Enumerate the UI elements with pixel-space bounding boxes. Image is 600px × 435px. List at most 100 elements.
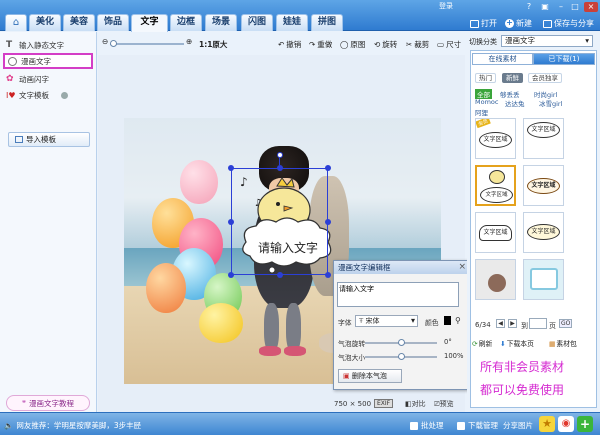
crop-button[interactable]: ✂ 裁剪	[406, 39, 429, 50]
maximize-button[interactable]: □	[569, 2, 581, 12]
page-input[interactable]	[529, 318, 547, 329]
bubble-size-slider[interactable]	[365, 353, 437, 360]
tab-collage[interactable]: 拼图	[311, 14, 343, 31]
template-icon: I♥	[6, 91, 16, 100]
preview-button[interactable]: ⎚预览	[434, 399, 454, 409]
original-button[interactable]: ◯ 原图	[340, 39, 365, 50]
new-button[interactable]: + 新建	[505, 18, 532, 29]
help-button[interactable]: ?	[523, 2, 535, 12]
compare-button[interactable]: ◧对比	[405, 399, 426, 409]
speaker-icon: 🔈	[4, 421, 14, 430]
add-icon[interactable]: +	[577, 416, 593, 432]
close-button[interactable]: ×	[584, 2, 598, 12]
resize-handle[interactable]	[277, 165, 283, 171]
download-page-button[interactable]: ⬇ 下载本页	[500, 338, 534, 349]
material-panel: 切换分类 漫画文字 在线素材 已下载(1) 热门 新鲜 会员独享 全部 够丢丢 …	[467, 32, 600, 412]
tab-beauty[interactable]: 美容	[63, 14, 95, 31]
comic-text-tutorial-button[interactable]: ❞ 漫画文字教程	[6, 395, 90, 411]
slider-knob[interactable]	[398, 339, 405, 346]
filter-vip[interactable]: 会员独享	[528, 73, 562, 83]
resize-handle[interactable]	[228, 272, 234, 278]
zoom-slider[interactable]	[110, 40, 184, 47]
zoom-in-icon[interactable]: ⊕	[186, 37, 192, 46]
next-page-button[interactable]: ▶	[508, 319, 517, 328]
minimize-button[interactable]: –	[555, 2, 567, 12]
tab-accessory[interactable]: 饰品	[97, 14, 129, 31]
rotate-handle[interactable]	[277, 152, 283, 158]
go-button[interactable]: GO	[559, 319, 573, 328]
material-thumb[interactable]: 文字区域	[523, 118, 564, 159]
actual-size-button[interactable]: 1:1原大	[199, 39, 227, 50]
filter-new[interactable]: 新鲜	[502, 73, 523, 83]
tab-online-materials[interactable]: 在线素材	[472, 53, 533, 65]
menu-comic-text[interactable]: 漫画文字	[3, 53, 93, 69]
bubble-rotate-slider[interactable]	[365, 339, 437, 346]
material-thumb[interactable]: 文字区域	[475, 212, 516, 253]
compare-icon: ◧	[405, 400, 412, 408]
share-image-button[interactable]: 分享图片	[503, 420, 533, 431]
batch-button[interactable]: 批处理	[410, 420, 444, 431]
dialog-title-bar[interactable]: 漫画文字编辑框 ×	[334, 261, 469, 274]
resize-handle[interactable]	[325, 272, 331, 278]
material-thumb[interactable]: 文字区域	[523, 165, 564, 206]
delete-bubble-button[interactable]: ▣ 删除本气泡	[338, 369, 402, 383]
rotate-icon: ⟲	[374, 40, 381, 49]
resize-handle[interactable]	[228, 165, 234, 171]
font-select[interactable]: Ŧ 宋体	[355, 315, 418, 327]
material-thumb[interactable]: 文字区域	[523, 212, 564, 253]
category-link[interactable]: 阿狸	[475, 107, 488, 117]
filter-hot[interactable]: 热门	[475, 73, 496, 83]
save-share-button[interactable]: 保存与分享	[543, 18, 594, 29]
tab-doll[interactable]: 娃娃	[276, 14, 308, 31]
open-button[interactable]: 打开	[470, 18, 497, 29]
tab-frame[interactable]: 边框	[170, 14, 202, 31]
tab-flash[interactable]: 闪图	[241, 14, 273, 31]
menu-text-template[interactable]: I♥ 文字模板	[6, 90, 68, 101]
resize-button[interactable]: ▭ 尺寸	[437, 39, 461, 50]
prev-page-button[interactable]: ◀	[496, 319, 505, 328]
tab-text[interactable]: 文字	[131, 14, 168, 32]
close-icon[interactable]: ×	[458, 261, 466, 274]
resize-handle[interactable]	[325, 165, 331, 171]
material-thumb[interactable]	[475, 259, 516, 300]
material-thumb[interactable]: 会员 文字区域	[475, 118, 516, 159]
redo-button[interactable]: ↷ 重做	[309, 39, 332, 50]
login-link[interactable]: 登录	[439, 1, 453, 11]
zoom-slider-knob[interactable]	[110, 40, 117, 47]
category-select[interactable]: 漫画文字	[501, 35, 593, 47]
tab-downloaded[interactable]: 已下载(1)	[533, 53, 595, 65]
material-thumb-selected[interactable]: 文字区域	[475, 165, 516, 206]
refresh-button[interactable]: ⟳ 刷新	[472, 338, 492, 349]
color-swatch[interactable]	[444, 316, 451, 325]
download-manager-icon	[457, 421, 465, 430]
menu-animated-text[interactable]: ✿ 动画闪字	[6, 74, 49, 85]
recommend-tip[interactable]: 🔈 网友推荐：学明星按摩美脚，3步丰胫	[4, 420, 141, 431]
material-pack-button[interactable]: ▦ 素材包	[549, 338, 577, 349]
category-link[interactable]: Momoc	[475, 98, 498, 106]
exif-button[interactable]: EXIF	[374, 399, 394, 408]
status-bar: 🔈 网友推荐：学明星按摩美脚，3步丰胫 批处理 下载管理 分享图片 ★ ◉ +	[0, 412, 600, 435]
bubble-text-input[interactable]: 请输入文字	[337, 282, 459, 307]
tab-scene[interactable]: 场景	[205, 14, 237, 31]
resize-handle[interactable]	[325, 219, 331, 225]
weibo-icon[interactable]: ◉	[558, 416, 574, 432]
menu-static-text[interactable]: T 输入静态文字	[6, 40, 64, 51]
slider-knob[interactable]	[398, 353, 405, 360]
home-tab[interactable]: ⌂	[5, 14, 27, 31]
resize-handle[interactable]	[228, 219, 234, 225]
category-link[interactable]: 达达兔	[505, 98, 525, 108]
import-template-button[interactable]: 导入模板	[8, 132, 90, 147]
star-icon[interactable]: ★	[539, 416, 555, 432]
eyedropper-icon[interactable]: ⚲	[455, 316, 461, 325]
category-link[interactable]: 冰雪girl	[539, 98, 562, 108]
rotate-button[interactable]: ⟲ 旋转	[374, 39, 397, 50]
tab-beautify[interactable]: 美化	[29, 14, 61, 31]
download-manager-button[interactable]: 下载管理	[457, 420, 498, 431]
material-thumb[interactable]	[523, 259, 564, 300]
balloon	[146, 263, 186, 313]
skin-button[interactable]: ▣	[539, 2, 551, 12]
undo-button[interactable]: ↶ 撤销	[278, 39, 301, 50]
zoom-out-icon[interactable]: ⊖	[102, 37, 108, 46]
resize-handle[interactable]	[277, 272, 283, 278]
selection-frame[interactable]	[228, 152, 331, 278]
